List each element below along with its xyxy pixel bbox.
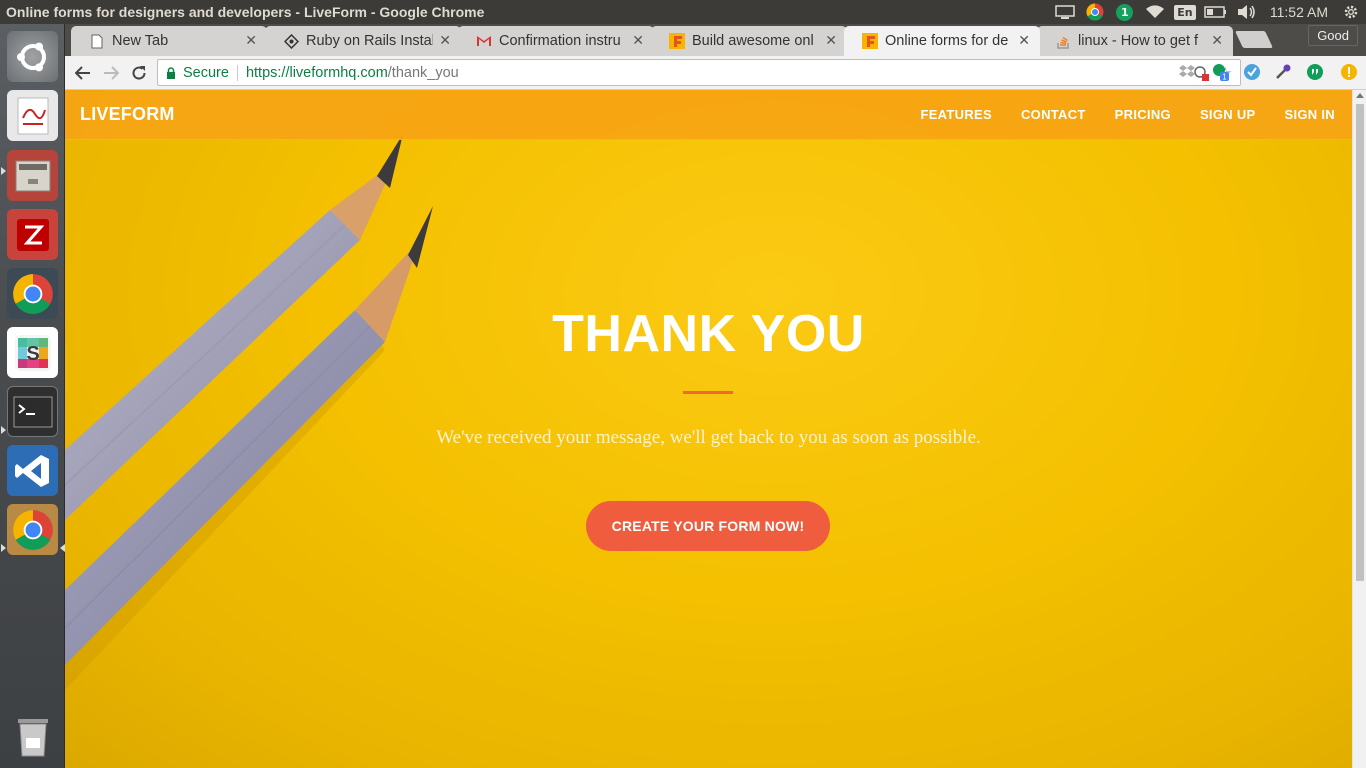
- stackoverflow-icon: [1055, 33, 1071, 49]
- back-button[interactable]: [69, 60, 97, 86]
- reload-icon: [132, 66, 146, 80]
- page-icon: [89, 33, 105, 49]
- arrow-left-icon: [75, 66, 90, 80]
- lock-icon: [166, 66, 176, 79]
- file-manager-icon[interactable]: [7, 150, 58, 201]
- brand-logo[interactable]: LIVEFORM: [80, 104, 175, 125]
- heading-divider: [683, 391, 733, 394]
- system-tray: 1 En 11:52 AM: [1050, 0, 1366, 24]
- forward-button[interactable]: [97, 60, 125, 86]
- svg-text:1: 1: [1222, 73, 1227, 82]
- tab-ruby-on-rails[interactable]: Ruby on Rails Instal ✕: [265, 26, 461, 56]
- top-panel: Online forms for designers and developer…: [0, 0, 1366, 24]
- confirmation-message: We've received your message, we'll get b…: [436, 427, 981, 448]
- svg-text:S: S: [26, 343, 39, 365]
- profile-button[interactable]: Good: [1308, 25, 1358, 46]
- document-viewer-icon[interactable]: [7, 90, 58, 141]
- page-viewport: LIVEFORM FEATURES CONTACT PRICING SIGN U…: [65, 90, 1352, 768]
- settings-gear-icon[interactable]: [1336, 0, 1366, 24]
- tab-confirmation[interactable]: Confirmation instru ✕: [458, 26, 654, 56]
- create-form-button[interactable]: CREATE YOUR FORM NOW!: [586, 501, 830, 551]
- volume-icon[interactable]: [1232, 0, 1262, 24]
- reload-button[interactable]: [125, 60, 153, 86]
- tab-new-tab[interactable]: New Tab ✕: [71, 26, 267, 56]
- tab-build-awesome[interactable]: Build awesome onl ✕: [651, 26, 847, 56]
- chrome-tray-icon[interactable]: [1080, 0, 1110, 24]
- tab-strip: New Tab ✕ Ruby on Rails Instal ✕ Confirm…: [65, 24, 1366, 56]
- close-icon[interactable]: ✕: [439, 33, 451, 49]
- clock[interactable]: 11:52 AM: [1262, 0, 1336, 24]
- site-navbar: LIVEFORM FEATURES CONTACT PRICING SIGN U…: [65, 90, 1352, 140]
- nav-link-sign-in[interactable]: SIGN IN: [1285, 107, 1336, 122]
- url-host: https://liveformhq.com: [245, 64, 388, 81]
- launcher-running-indicator: [1, 544, 6, 552]
- hangouts-extension-icon[interactable]: 1: [1210, 62, 1230, 82]
- slack-icon[interactable]: S: [7, 327, 58, 378]
- url-path: /thank_you: [387, 64, 459, 81]
- scroll-up-arrow-icon[interactable]: [1356, 93, 1364, 98]
- liveform-icon: [669, 33, 685, 49]
- keyboard-layout-icon[interactable]: En: [1170, 0, 1200, 24]
- address-bar[interactable]: Secure https://liveformhq.com/thank_you …: [157, 59, 1241, 86]
- filezilla-icon[interactable]: [7, 209, 58, 260]
- chrome-menu-alert-icon[interactable]: [1339, 62, 1359, 82]
- page-scrollbar[interactable]: [1352, 90, 1366, 768]
- scroll-thumb[interactable]: [1356, 104, 1364, 581]
- new-tab-button[interactable]: [1235, 31, 1273, 48]
- terminal-icon[interactable]: [7, 386, 58, 437]
- tab-linux-how-to[interactable]: linux - How to get f ✕: [1037, 26, 1233, 56]
- thank-you-heading: THANK YOU: [552, 305, 865, 363]
- url-separator: [236, 64, 238, 81]
- ubuntu-dash-icon[interactable]: [7, 31, 58, 82]
- nav-link-pricing[interactable]: PRICING: [1115, 107, 1171, 122]
- arrow-right-icon: [104, 66, 119, 80]
- close-icon[interactable]: ✕: [825, 33, 837, 49]
- tab-online-forms[interactable]: Online forms for de ✕: [844, 26, 1040, 56]
- launcher-running-indicator: [1, 167, 6, 175]
- rails-icon: [283, 33, 299, 49]
- battery-icon[interactable]: [1200, 0, 1232, 24]
- secure-label[interactable]: Secure: [183, 65, 229, 81]
- dropbox-icon[interactable]: [1177, 62, 1197, 82]
- nav-link-features[interactable]: FEATURES: [920, 107, 992, 122]
- vpn-extension-icon[interactable]: [1242, 62, 1262, 82]
- vscode-icon[interactable]: [7, 445, 58, 496]
- liveform-icon: [862, 33, 878, 49]
- chrome-active-icon[interactable]: [7, 504, 58, 555]
- wifi-icon[interactable]: [1140, 0, 1170, 24]
- display-icon[interactable]: [1050, 0, 1080, 24]
- close-icon[interactable]: ✕: [632, 33, 644, 49]
- close-icon[interactable]: ✕: [1211, 33, 1223, 49]
- browser-toolbar: Secure https://liveformhq.com/thank_you …: [65, 56, 1366, 90]
- window-title: Online forms for designers and developer…: [6, 4, 485, 20]
- notification-badge-icon[interactable]: 1: [1110, 0, 1140, 24]
- chrome-icon[interactable]: [7, 268, 58, 319]
- nav-link-contact[interactable]: CONTACT: [1021, 107, 1086, 122]
- trash-icon[interactable]: [7, 710, 58, 761]
- launcher-running-indicator: [1, 426, 6, 434]
- close-icon[interactable]: ✕: [245, 33, 257, 49]
- nav-link-sign-up[interactable]: SIGN UP: [1200, 107, 1256, 122]
- gmail-icon: [476, 33, 492, 49]
- eyedropper-icon[interactable]: [1273, 62, 1293, 82]
- close-icon[interactable]: ✕: [1018, 33, 1030, 49]
- site-nav-links: FEATURES CONTACT PRICING SIGN UP SIGN IN: [891, 107, 1335, 122]
- chat-extension-icon[interactable]: [1305, 62, 1325, 82]
- launcher: S: [0, 24, 65, 768]
